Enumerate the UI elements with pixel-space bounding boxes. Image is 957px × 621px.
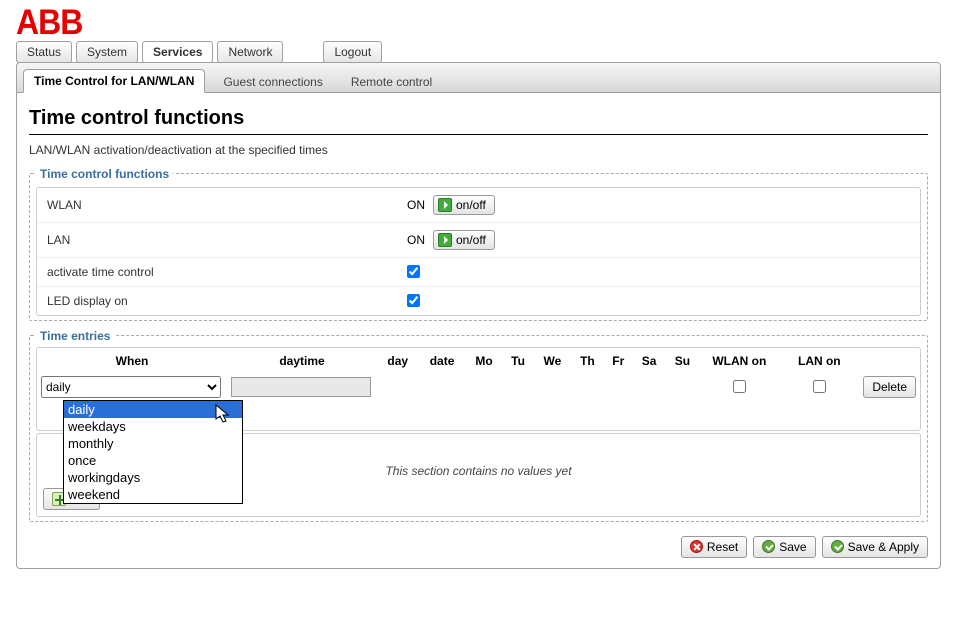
- toggle-on-icon: [438, 233, 452, 247]
- wlan-label: WLAN: [47, 198, 407, 212]
- toggle-on-icon: [438, 198, 452, 212]
- col-lan-on: LAN on: [779, 348, 859, 372]
- wlan-on-text: ON: [407, 198, 425, 212]
- subtab-time-control[interactable]: Time Control for LAN/WLAN: [23, 69, 205, 93]
- wlan-toggle-label: on/off: [456, 198, 486, 212]
- tab-network[interactable]: Network: [217, 41, 283, 63]
- section-time-entries: Time entries When daytime day date Mo Tu: [29, 329, 928, 522]
- lan-label: LAN: [47, 233, 407, 247]
- lan-on-checkbox[interactable]: [813, 380, 826, 393]
- col-wlan-on: WLAN on: [699, 348, 779, 372]
- led-display-label: LED display on: [47, 294, 407, 308]
- col-sa: Sa: [633, 348, 666, 372]
- logo: ABB: [16, 8, 941, 37]
- activate-time-control-label: activate time control: [47, 265, 407, 279]
- section-time-control-functions: Time control functions WLAN ON on/off: [29, 167, 928, 321]
- dropdown-option-weekend[interactable]: weekend: [64, 486, 242, 503]
- wlan-on-checkbox[interactable]: [733, 380, 746, 393]
- dropdown-option-weekdays[interactable]: weekdays: [64, 418, 242, 435]
- dropdown-option-once[interactable]: once: [64, 452, 242, 469]
- save-label: Save: [779, 540, 806, 554]
- save-apply-label: Save & Apply: [848, 540, 919, 554]
- main-tab-bar: Status System Services Network Logout: [16, 41, 941, 63]
- col-we: We: [534, 348, 571, 372]
- save-button[interactable]: Save: [753, 536, 815, 558]
- subtab-remote-control[interactable]: Remote control: [341, 71, 442, 93]
- delete-button[interactable]: Delete: [863, 376, 916, 398]
- dropdown-option-monthly[interactable]: monthly: [64, 435, 242, 452]
- tab-system[interactable]: System: [76, 41, 138, 63]
- tab-logout[interactable]: Logout: [323, 41, 382, 63]
- col-when: When: [37, 348, 227, 372]
- save-icon: [762, 540, 775, 553]
- table-row: daily Delete: [37, 372, 920, 402]
- wlan-toggle-button[interactable]: on/off: [433, 195, 495, 215]
- legend-functions: Time control functions: [36, 167, 173, 181]
- tab-services[interactable]: Services: [142, 41, 213, 63]
- page-description: LAN/WLAN activation/deactivation at the …: [29, 143, 928, 157]
- reset-label: Reset: [707, 540, 738, 554]
- dropdown-option-daily[interactable]: daily: [64, 401, 242, 418]
- lan-toggle-label: on/off: [456, 233, 486, 247]
- lan-toggle-button[interactable]: on/off: [433, 230, 495, 250]
- col-day: day: [377, 348, 418, 372]
- col-daytime: daytime: [227, 348, 377, 372]
- led-display-checkbox[interactable]: [407, 294, 420, 307]
- col-fr: Fr: [604, 348, 633, 372]
- tab-status[interactable]: Status: [16, 41, 72, 63]
- reset-icon: [690, 540, 703, 553]
- col-su: Su: [666, 348, 700, 372]
- main-panel: Time Control for LAN/WLAN Guest connecti…: [16, 62, 941, 569]
- reset-button[interactable]: Reset: [681, 536, 747, 558]
- activate-time-control-checkbox[interactable]: [407, 265, 420, 278]
- dropdown-option-workingdays[interactable]: workingdays: [64, 469, 242, 486]
- time-entries-table: When daytime day date Mo Tu We Th Fr Sa: [37, 348, 920, 402]
- when-dropdown-popup: daily weekdays monthly once workingdays …: [63, 400, 243, 504]
- footer-actions: Reset Save Save & Apply: [17, 530, 940, 562]
- legend-time-entries: Time entries: [36, 329, 114, 343]
- col-date: date: [418, 348, 465, 372]
- save-apply-icon: [831, 540, 844, 553]
- col-mo: Mo: [466, 348, 503, 372]
- when-select[interactable]: daily: [41, 376, 221, 398]
- col-tu: Tu: [502, 348, 533, 372]
- lan-on-text: ON: [407, 233, 425, 247]
- page-title: Time control functions: [29, 107, 928, 135]
- save-apply-button[interactable]: Save & Apply: [822, 536, 928, 558]
- daytime-input[interactable]: [231, 377, 371, 397]
- subtab-guest-connections[interactable]: Guest connections: [213, 71, 332, 93]
- col-th: Th: [571, 348, 604, 372]
- sub-tab-bar: Time Control for LAN/WLAN Guest connecti…: [17, 63, 940, 93]
